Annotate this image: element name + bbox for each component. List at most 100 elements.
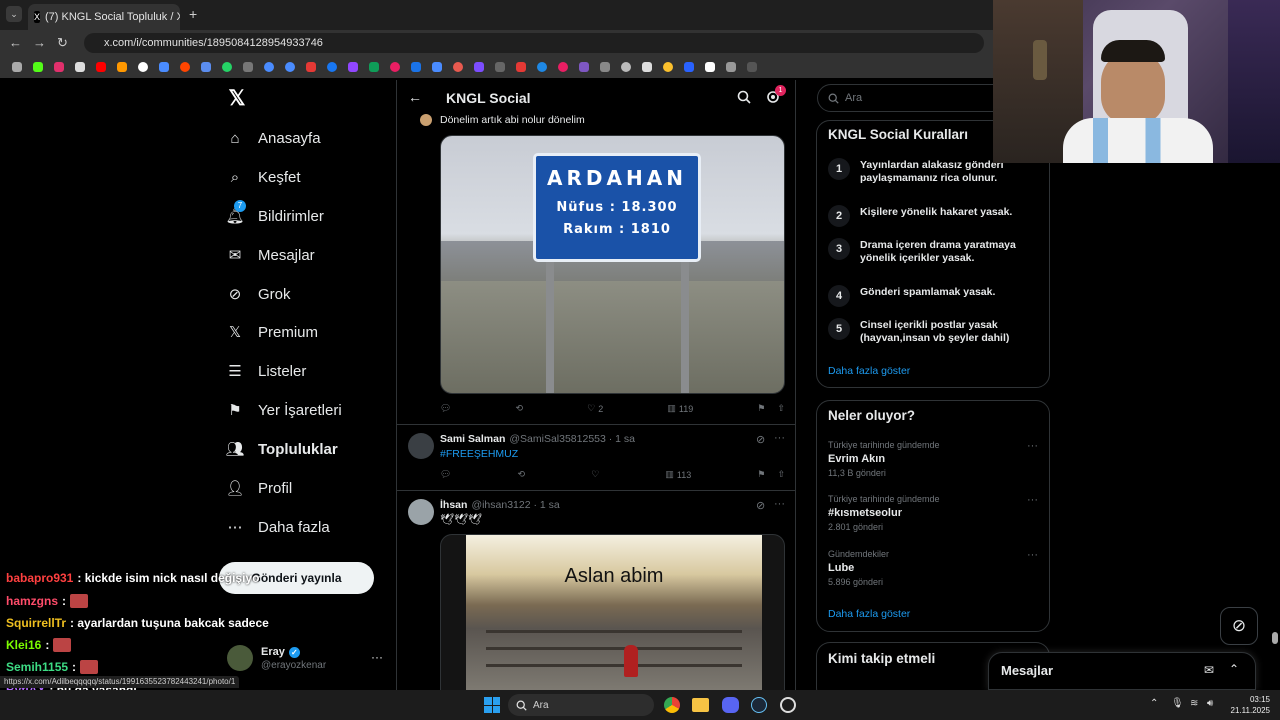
grok-fab-icon[interactable]: ⊘ [1220,607,1258,645]
nav-item-0[interactable]: ⌂ Anasayfa [226,126,320,150]
bookmark-icon[interactable] [71,60,89,74]
post-handle[interactable]: @SamiSal35812553 · 1 sa [509,433,635,445]
scrollbar-thumb[interactable] [1272,632,1278,644]
nav-item-10[interactable]: ⋯ Daha fazla [226,515,330,539]
bookmark-icon[interactable] [680,60,698,74]
nav-item-5[interactable]: 𝕏 Premium [226,320,318,344]
bookmark-icon[interactable] [428,60,446,74]
url-field[interactable]: x.com/i/communities/1895084128954933746 [84,33,984,53]
search-icon[interactable] [737,90,751,104]
messages-drawer[interactable]: Mesajlar ✉ ⌃ [988,652,1256,690]
wifi-icon[interactable]: ≋ [1190,698,1198,709]
bookmark-icon[interactable] [302,60,320,74]
bookmark-icon[interactable] [659,60,677,74]
nav-item-3[interactable]: ✉ Mesajlar [226,243,315,267]
grok-icon[interactable]: ⊘ [756,499,765,512]
heart-icon[interactable]: ♡ [591,469,599,480]
like-button[interactable]: ♡ 2 [587,403,603,414]
reply-icon[interactable]: 💬︎ [440,469,451,480]
nav-item-8[interactable]: 👥︎ Topluluklar [225,437,337,461]
bookmark-icon[interactable] [638,60,656,74]
more-icon[interactable]: ··· [774,432,785,444]
bookmark-icon[interactable] [575,60,593,74]
more-icon[interactable]: ··· [1027,549,1038,561]
avatar[interactable] [408,499,434,525]
trends-show-more[interactable]: Daha fazla göster [828,608,910,620]
bookmark-icon[interactable] [155,60,173,74]
bookmark-icon[interactable] [344,60,362,74]
discord-icon[interactable] [722,697,739,713]
browser-tab[interactable]: X (7) KNGL Social Topluluk / X ✕ [28,4,180,30]
bookmark-icon[interactable] [533,60,551,74]
views-button[interactable]: ▥ 113 [665,469,691,480]
new-tab-icon[interactable]: + [189,6,197,22]
steam-icon[interactable] [751,697,767,713]
bookmark-icon[interactable] [113,60,131,74]
trend-item[interactable]: Gündemdekiler Lube 5.896 gönderi ··· [828,549,1040,587]
bookmark-icon[interactable] [722,60,740,74]
start-icon[interactable] [484,697,500,713]
post-handle[interactable]: @ihsan3122 · 1 sa [471,499,559,511]
post-author[interactable]: Sami Salman [440,433,505,445]
search-input[interactable]: Ara [817,84,1007,112]
clock[interactable]: 03:15 21.11.2025 [1226,694,1270,716]
nav-item-7[interactable]: ⚑ Yer İşaretleri [226,398,341,422]
more-icon[interactable]: ··· [1027,494,1038,506]
bookmark-icon[interactable] [449,60,467,74]
tray-chevron-icon[interactable]: ⌃ [1150,698,1158,709]
share-icon[interactable]: ⇧ [777,403,785,414]
account-name[interactable]: Eray ✓ [261,646,300,658]
bookmark-icon[interactable] [743,60,761,74]
nav-item-2[interactable]: 🔔︎ 7 Bildirimler [225,200,324,228]
bookmark-icon[interactable] [512,60,530,74]
bookmark-icon[interactable] [92,60,110,74]
repost-icon[interactable]: ⟲ [516,403,524,414]
bookmark-icon[interactable] [239,60,257,74]
share-icon[interactable]: ⇧ [777,469,785,480]
bookmark-icon[interactable] [134,60,152,74]
bookmark-icon[interactable] [596,60,614,74]
trend-item[interactable]: Türkiye tarihinde gündemde #kısmetseolur 2… [828,494,1040,532]
bookmark-icon[interactable] [491,60,509,74]
folder-icon[interactable] [692,698,709,712]
nav-item-1[interactable]: ⌕ Keşfet [226,165,301,189]
bookmark-icon[interactable] [386,60,404,74]
post-author[interactable]: İhsan [440,499,467,511]
post-image[interactable]: Aslan abim [440,534,785,690]
repost-icon[interactable]: ⟲ [518,469,526,480]
avatar[interactable] [408,433,434,459]
grok-icon[interactable]: ⊘ [756,433,765,446]
more-icon[interactable]: ··· [1027,440,1038,452]
bookmark-icon[interactable] [281,60,299,74]
account-menu-icon[interactable]: ··· [371,650,383,664]
back-arrow-icon[interactable]: ← [408,89,422,105]
reply-icon[interactable]: 💬︎ [440,403,451,414]
avatar[interactable] [420,114,432,126]
bookmark-icon[interactable] [470,60,488,74]
tab-search-icon[interactable]: ⌄ [6,6,22,22]
trend-item[interactable]: Türkiye tarihinde gündemde Evrim Akın 11,3… [828,440,1040,478]
bookmark-icon[interactable] [197,60,215,74]
hashtag-link[interactable]: #FREEŞEHMUZ [440,448,518,460]
app-icon[interactable] [780,697,796,713]
more-icon[interactable]: ··· [774,498,785,510]
bookmark-icon[interactable] [365,60,383,74]
nav-item-4[interactable]: ⊘ Grok [226,282,291,306]
nav-item-6[interactable]: ☰ Listeler [226,359,306,383]
post-image[interactable]: ARDAHAN Nüfus : 18.300 Rakım : 1810 [440,135,785,394]
bookmark-icon[interactable] [617,60,635,74]
forward-icon[interactable]: → [33,35,46,50]
views-button[interactable]: ▥ 119 [667,403,693,414]
back-icon[interactable]: ← [9,35,22,50]
bookmark-icon[interactable] [29,60,47,74]
apps-icon[interactable] [8,60,26,74]
avatar[interactable] [227,645,253,671]
bookmark-icon[interactable] [701,60,719,74]
bookmark-icon[interactable] [260,60,278,74]
expand-icon[interactable]: ⌃ [1229,662,1239,676]
taskbar-search[interactable]: Ara [508,694,654,716]
new-message-icon[interactable]: ✉ [1204,663,1214,677]
bookmark-icon[interactable]: ⚑ [757,403,765,414]
bookmark-icon[interactable] [554,60,572,74]
chrome-icon[interactable] [664,697,680,713]
